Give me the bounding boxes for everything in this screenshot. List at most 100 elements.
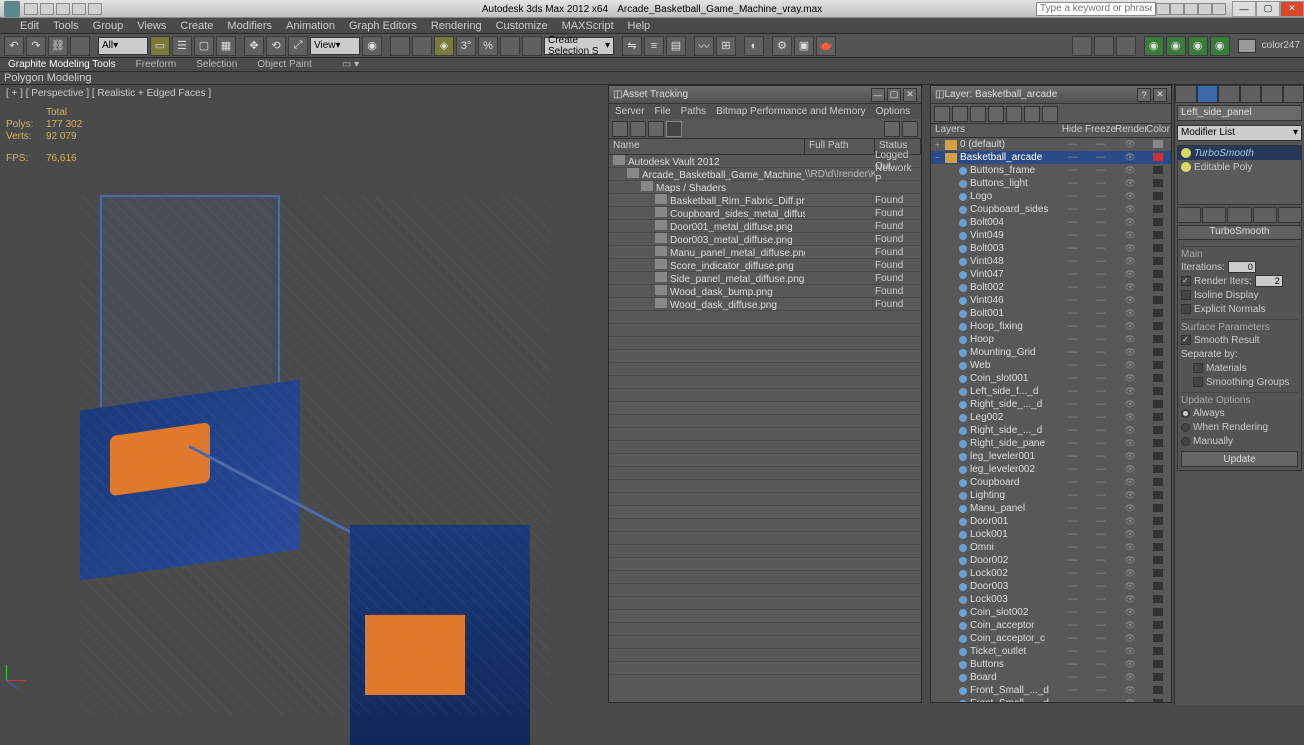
layer-row[interactable]: −Basketball_arcade--------👁 — [931, 151, 1171, 164]
asset-max[interactable]: ▢ — [887, 88, 901, 102]
favorites-icon[interactable] — [1198, 3, 1212, 15]
ref-coord-system[interactable]: View▾ — [310, 37, 360, 55]
select-object[interactable]: ▭ — [150, 36, 170, 56]
container-update[interactable] — [1116, 36, 1136, 56]
help-search[interactable] — [1036, 2, 1156, 16]
col-name[interactable]: Name — [609, 139, 805, 154]
pin-stack[interactable] — [1177, 207, 1201, 223]
asset-table-view[interactable] — [630, 121, 646, 137]
menu-edit[interactable]: Edit — [20, 20, 39, 32]
layer-row[interactable]: Right_side_..._d--------👁 — [931, 424, 1171, 437]
menu-rendering[interactable]: Rendering — [431, 20, 482, 32]
layer-row[interactable]: leg_leveler002--------👁 — [931, 463, 1171, 476]
layer-row[interactable]: Front_Small_..._d--------👁 — [931, 697, 1171, 702]
col-render[interactable]: Render — [1115, 124, 1145, 137]
layer-row[interactable]: Board--------👁 — [931, 671, 1171, 684]
asset-menu-server[interactable]: Server — [615, 106, 644, 117]
select-by-name[interactable]: ☰ — [172, 36, 192, 56]
asset-prompts[interactable] — [902, 121, 918, 137]
materials-check[interactable] — [1193, 363, 1203, 373]
manual-radio[interactable] — [1181, 437, 1190, 446]
viewport-label[interactable]: [ + ] [ Perspective ] [ Realistic + Edge… — [6, 88, 211, 99]
layer-row[interactable]: Buttons--------👁 — [931, 658, 1171, 671]
layer-row[interactable]: Lighting--------👁 — [931, 489, 1171, 502]
ribbon-expand-icon[interactable]: ▭ ▾ — [342, 59, 359, 70]
layer-row[interactable]: Front_Small_..._d--------👁 — [931, 684, 1171, 697]
layer-row[interactable]: Lock002--------👁 — [931, 567, 1171, 580]
grab-viewport2[interactable]: ◉ — [1166, 36, 1186, 56]
ribbon-graphite[interactable]: Graphite Modeling Tools — [8, 59, 116, 70]
layers-close[interactable]: ✕ — [1153, 88, 1167, 102]
layer-new[interactable] — [934, 106, 950, 122]
grab-viewport[interactable]: ◉ — [1144, 36, 1164, 56]
unique[interactable] — [1227, 207, 1251, 223]
qa-undo[interactable] — [72, 3, 86, 15]
asset-header[interactable]: ◫ Asset Tracking — ▢ ✕ — [609, 86, 921, 104]
asset-close[interactable]: ✕ — [903, 88, 917, 102]
asset-row[interactable]: Wood_dask_bump.pngFound — [609, 285, 921, 298]
container-toggle[interactable] — [1072, 36, 1092, 56]
tab-create[interactable] — [1175, 85, 1197, 103]
render-production[interactable]: 🫖 — [816, 36, 836, 56]
layer-row[interactable]: Hoop--------👁 — [931, 333, 1171, 346]
grab-viewport3[interactable]: ◉ — [1188, 36, 1208, 56]
angle-snap[interactable]: 3° — [456, 36, 476, 56]
edit-named-sel[interactable] — [522, 36, 542, 56]
layer-row[interactable]: Web--------👁 — [931, 359, 1171, 372]
layer-row[interactable]: Manu_panel--------👁 — [931, 502, 1171, 515]
asset-menu-options[interactable]: Options — [876, 106, 910, 117]
unlink-button[interactable] — [70, 36, 90, 56]
sg-check[interactable] — [1193, 377, 1203, 387]
layer-row[interactable]: Coin_slot002--------👁 — [931, 606, 1171, 619]
tab-display[interactable] — [1261, 85, 1283, 103]
asset-row[interactable]: Arcade_Basketball_Game_Machine_vray....\… — [609, 168, 921, 181]
asset-min[interactable]: — — [871, 88, 885, 102]
asset-row[interactable]: Manu_panel_metal_diffuse.pngFound — [609, 246, 921, 259]
move-button[interactable]: ✥ — [244, 36, 264, 56]
layer-freeze-unfreeze[interactable] — [1042, 106, 1058, 122]
asset-tree-view[interactable] — [612, 121, 628, 137]
layer-row[interactable]: Mounting_Grid--------👁 — [931, 346, 1171, 359]
redo-button[interactable]: ↷ — [26, 36, 46, 56]
col-layers[interactable]: Layers — [931, 124, 1059, 137]
ribbon-selection[interactable]: Selection — [196, 59, 237, 70]
asset-menu-bitmap[interactable]: Bitmap Performance and Memory — [716, 106, 866, 117]
scale-button[interactable]: ⤢ — [288, 36, 308, 56]
menu-customize[interactable]: Customize — [496, 20, 548, 32]
undo-button[interactable]: ↶ — [4, 36, 24, 56]
layer-highlight[interactable] — [1006, 106, 1022, 122]
layer-row[interactable]: Door002--------👁 — [931, 554, 1171, 567]
rotate-button[interactable]: ⟲ — [266, 36, 286, 56]
layer-row[interactable]: Right_side_pane--------👁 — [931, 437, 1171, 450]
close-button[interactable]: ✕ — [1280, 1, 1304, 17]
snap-toggle[interactable]: ◈ — [434, 36, 454, 56]
menu-modifiers[interactable]: Modifiers — [227, 20, 272, 32]
qa-save[interactable] — [56, 3, 70, 15]
ribbon-freeform[interactable]: Freeform — [136, 59, 177, 70]
layers-help[interactable]: ? — [1137, 88, 1151, 102]
render-setup[interactable]: ⚙ — [772, 36, 792, 56]
exchange-icon[interactable] — [1184, 3, 1198, 15]
asset-row[interactable]: Door003_metal_diffuse.pngFound — [609, 233, 921, 246]
layer-row[interactable]: Coin_acceptor--------👁 — [931, 619, 1171, 632]
use-pivot[interactable]: ◉ — [362, 36, 382, 56]
asset-row[interactable]: Coupboard_sides_metal_diffuse.pngFound — [609, 207, 921, 220]
layer-row[interactable]: Logo--------👁 — [931, 190, 1171, 203]
asset-menu-file[interactable]: File — [654, 106, 670, 117]
layer-row[interactable]: Door001--------👁 — [931, 515, 1171, 528]
schematic-view[interactable]: ⊞ — [716, 36, 736, 56]
layer-row[interactable]: Right_side_..._d--------👁 — [931, 398, 1171, 411]
menu-create[interactable]: Create — [180, 20, 213, 32]
layers-header[interactable]: ◫ Layer: Basketball_arcade ? ✕ — [931, 86, 1171, 104]
layer-row[interactable]: Vint048--------👁 — [931, 255, 1171, 268]
tab-modify[interactable] — [1197, 85, 1219, 103]
subscription-icon[interactable] — [1170, 3, 1184, 15]
align-button[interactable]: ≡ — [644, 36, 664, 56]
layer-row[interactable]: Bolt001--------👁 — [931, 307, 1171, 320]
layer-row[interactable]: Buttons_frame--------👁 — [931, 164, 1171, 177]
window-crossing[interactable]: ▦ — [216, 36, 236, 56]
layer-row[interactable]: Coin_acceptor_c--------👁 — [931, 632, 1171, 645]
layer-row[interactable]: Coupboard_sides--------👁 — [931, 203, 1171, 216]
material-editor[interactable]: ◐ — [744, 36, 764, 56]
col-color[interactable]: Color — [1145, 124, 1171, 137]
